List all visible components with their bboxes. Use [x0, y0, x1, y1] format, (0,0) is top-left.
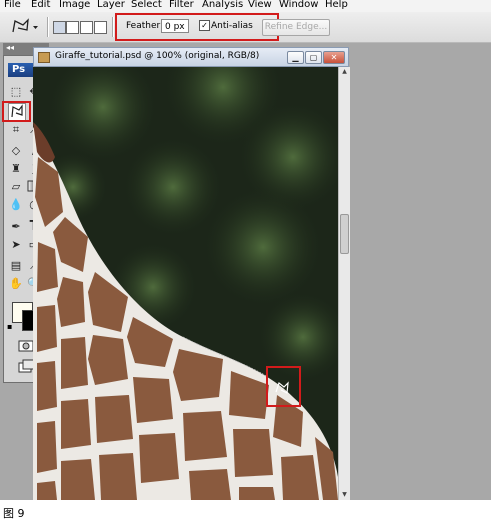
menu-analysis[interactable]: Analysis: [202, 0, 243, 12]
feather-label: Feather:: [126, 21, 164, 31]
hand-tool-icon[interactable]: ✋: [9, 277, 23, 291]
scroll-down-icon[interactable]: ▼: [340, 491, 349, 498]
cursor-highlight-box: [266, 366, 301, 407]
document-canvas[interactable]: [33, 67, 338, 500]
add-to-selection-button[interactable]: [66, 21, 79, 34]
scroll-up-icon[interactable]: ▲: [340, 68, 349, 75]
vertical-scrollbar[interactable]: ▲ ▼: [338, 67, 350, 500]
spot-healing-tool-icon[interactable]: ◇: [9, 144, 23, 158]
menu-filter[interactable]: Filter: [169, 0, 194, 12]
menu-file[interactable]: File: [4, 0, 21, 12]
tool-highlight-box: [2, 101, 31, 122]
refine-edge-button[interactable]: Refine Edge...: [262, 19, 330, 36]
clone-stamp-tool-icon[interactable]: ♜: [9, 162, 23, 176]
tool-preset-picker[interactable]: [9, 18, 39, 36]
divider: [112, 17, 114, 37]
scroll-thumb[interactable]: [340, 214, 349, 254]
menu-view[interactable]: View: [248, 0, 272, 12]
quick-mask-icon[interactable]: [18, 339, 34, 353]
menu-image[interactable]: Image: [59, 0, 90, 12]
blur-tool-icon[interactable]: 💧: [9, 198, 23, 212]
intersect-selection-button[interactable]: [94, 21, 107, 34]
crop-tool-icon[interactable]: ⌗: [9, 123, 23, 137]
polygonal-lasso-icon: [12, 18, 38, 33]
giraffe-photo: [33, 67, 338, 500]
default-colors-icon[interactable]: ▪: [7, 322, 12, 331]
close-button[interactable]: ✕: [323, 51, 345, 64]
feather-input[interactable]: 0 px: [161, 19, 189, 33]
document-title: Giraffe_tutorial.psd @ 100% (original, R…: [55, 51, 260, 61]
divider: [47, 17, 49, 37]
menu-bar: File Edit Image Layer Select Filter Anal…: [0, 0, 491, 12]
eraser-tool-icon[interactable]: ▱: [9, 180, 23, 194]
notes-tool-icon[interactable]: ▤: [9, 259, 23, 273]
menu-select[interactable]: Select: [131, 0, 162, 12]
new-selection-button[interactable]: [53, 21, 66, 34]
anti-alias-checkbox[interactable]: ✓: [199, 20, 210, 31]
options-bar: Feather: 0 px ✓ Anti-alias Refine Edge..…: [0, 12, 491, 43]
document-icon: [38, 52, 50, 63]
menu-window[interactable]: Window: [279, 0, 318, 12]
menu-help[interactable]: Help: [325, 0, 348, 12]
marquee-tool-icon[interactable]: ⬚: [9, 85, 23, 99]
menu-layer[interactable]: Layer: [97, 0, 125, 12]
anti-alias-label: Anti-alias: [211, 21, 253, 31]
figure-caption: 图 9: [3, 507, 25, 520]
menu-edit[interactable]: Edit: [31, 0, 50, 12]
maximize-button[interactable]: ▢: [305, 51, 322, 64]
subtract-from-selection-button[interactable]: [80, 21, 93, 34]
document-title-bar[interactable]: Giraffe_tutorial.psd @ 100% (original, R…: [33, 47, 349, 67]
path-selection-tool-icon[interactable]: ➤: [9, 238, 23, 252]
pen-tool-icon[interactable]: ✒: [9, 220, 23, 234]
minimize-button[interactable]: ▁: [287, 51, 304, 64]
collapse-icon[interactable]: ◂◂: [6, 43, 14, 52]
